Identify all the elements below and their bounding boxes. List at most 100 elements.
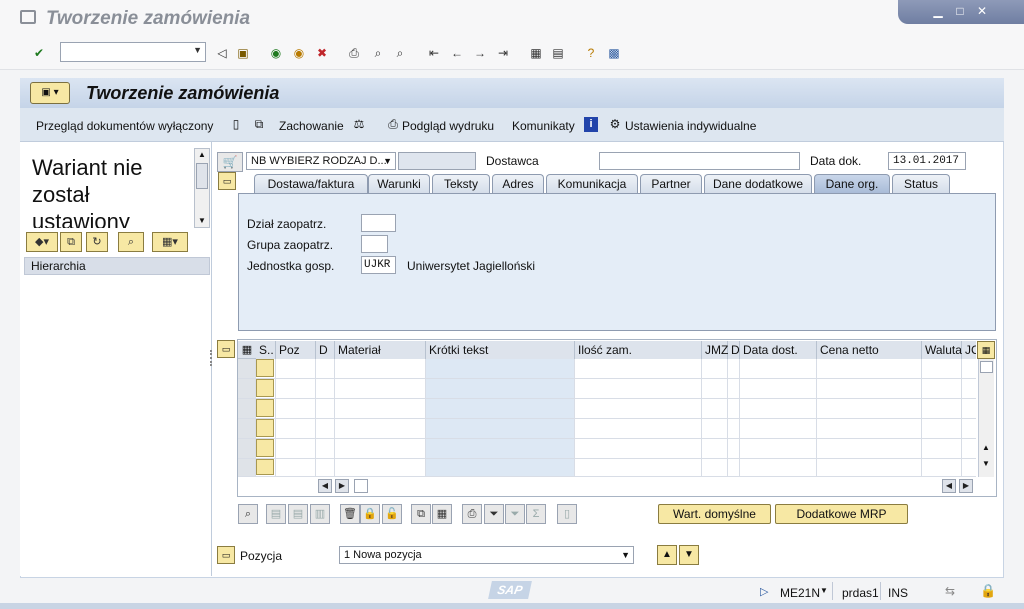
window-menu-icon[interactable] <box>20 10 36 24</box>
col-date-type[interactable]: D <box>728 341 740 359</box>
hold-button[interactable]: Zachowanie <box>279 119 344 133</box>
col-quantity[interactable]: Ilość zam. <box>575 341 702 359</box>
supplier-field[interactable] <box>599 152 800 170</box>
tab-communication[interactable]: Komunikacja <box>546 174 638 193</box>
next-page-icon[interactable]: → <box>472 45 488 61</box>
document-number-field[interactable] <box>398 152 476 170</box>
cart-icon[interactable]: 🛒 <box>217 152 243 172</box>
check-document-icon[interactable]: ⚖ <box>352 117 366 132</box>
filter-icon[interactable]: ⏷ <box>484 504 504 524</box>
default-values-button[interactable]: Wart. domyślne <box>658 504 771 524</box>
status-cell-icon[interactable] <box>256 419 274 437</box>
col-unit[interactable]: JMZ <box>702 341 728 359</box>
check-icon[interactable]: ✔ <box>31 45 47 61</box>
shortcut-icon[interactable]: ▤ <box>550 45 566 61</box>
select-layout-icon[interactable]: ◆▾ <box>26 232 58 252</box>
item-select[interactable]: 1 Nowa pozycja ▼ <box>339 546 634 564</box>
col-net-price[interactable]: Cena netto <box>817 341 922 359</box>
pane-splitter[interactable] <box>210 350 212 366</box>
table-row[interactable] <box>238 379 976 399</box>
tab-address[interactable]: Adres <box>492 174 544 193</box>
scroll-down-icon[interactable]: ▼ <box>979 459 993 471</box>
info-icon[interactable]: i <box>584 117 598 132</box>
col-currency[interactable]: Waluta <box>922 341 962 359</box>
copy-icon[interactable]: ⧉ <box>60 232 82 252</box>
scroll-down-icon[interactable]: ▼ <box>195 215 209 227</box>
tab-delivery-invoice[interactable]: Dostawa/faktura <box>254 174 368 193</box>
scroll-left-end-icon[interactable]: ◀ <box>942 479 956 493</box>
collapse-all-icon[interactable]: ▤ <box>288 504 308 524</box>
col-deletion[interactable]: D <box>316 341 335 359</box>
scroll-thumb[interactable] <box>980 361 993 373</box>
col-status[interactable]: S.. <box>256 341 276 359</box>
table-row[interactable] <box>238 439 976 459</box>
cancel-icon[interactable]: ✖ <box>314 45 330 61</box>
status-cell-icon[interactable] <box>256 379 274 397</box>
scroll-right-end-icon[interactable]: ▶ <box>959 479 973 493</box>
tab-org-data[interactable]: Dane org. <box>814 174 890 193</box>
maximize-icon[interactable]: □ <box>952 4 968 18</box>
status-cell-icon[interactable] <box>256 439 274 457</box>
print-icon[interactable]: ⎙ <box>346 45 362 61</box>
undo-icon[interactable]: ◉ <box>268 45 284 61</box>
company-code-field[interactable]: UJKR <box>361 256 396 274</box>
other-document-icon[interactable]: ⧉ <box>252 117 266 132</box>
personal-settings-button[interactable]: Ustawienia indywidualne <box>625 119 756 133</box>
insert-row-icon[interactable]: ▦ <box>432 504 452 524</box>
exit-icon[interactable]: ◉ <box>291 45 307 61</box>
help-icon[interactable]: ? <box>583 45 599 61</box>
status-cell-icon[interactable] <box>256 459 274 475</box>
messages-button[interactable]: Komunikaty <box>512 119 575 133</box>
minimize-icon[interactable]: ▁ <box>930 4 946 18</box>
doc-date-field[interactable]: 13.01.2017 <box>888 152 966 170</box>
status-expand-icon[interactable]: ▷ <box>760 585 768 598</box>
find-icon[interactable]: ⌕ <box>370 45 386 61</box>
col-price-unit[interactable]: JC <box>962 341 976 359</box>
purch-org-field[interactable] <box>361 214 396 232</box>
table-row[interactable] <box>238 359 976 379</box>
collapse-item-detail-icon[interactable]: ▭ <box>217 546 235 564</box>
first-page-icon[interactable]: ⇤ <box>426 45 442 61</box>
close-icon[interactable]: ✕ <box>974 4 990 18</box>
next-item-icon[interactable]: ▼ <box>679 545 699 565</box>
table-row[interactable] <box>238 399 976 419</box>
col-material[interactable]: Materiał <box>335 341 426 359</box>
additional-mrp-button[interactable]: Dodatkowe MRP <box>775 504 908 524</box>
horizontal-scroll-thumb[interactable] <box>354 479 368 493</box>
find-overview-icon[interactable]: ⌕ <box>118 232 144 252</box>
variant-scrollbar[interactable]: ▲ ▼ <box>194 148 210 228</box>
print-preview-button[interactable]: Podgląd wydruku <box>402 119 494 133</box>
command-field[interactable]: ▼ <box>60 42 206 62</box>
lock-status-icon[interactable]: 🔒 <box>980 583 996 599</box>
scroll-up-icon[interactable]: ▲ <box>979 443 993 455</box>
tab-status[interactable]: Status <box>892 174 950 193</box>
status-cell-icon[interactable] <box>256 399 274 417</box>
lock-icon[interactable]: 🔒 <box>360 504 380 524</box>
scroll-right-icon[interactable]: ▶ <box>335 479 349 493</box>
new-document-icon[interactable]: ▯ <box>229 117 243 132</box>
col-short-text[interactable]: Krótki tekst <box>426 341 575 359</box>
scroll-left-icon[interactable]: ◀ <box>318 479 332 493</box>
delete-icon[interactable]: 🗑 <box>340 504 360 524</box>
chevron-down-icon[interactable]: ▼ <box>820 586 828 595</box>
purch-group-field[interactable] <box>361 235 388 253</box>
save-icon[interactable]: ▣ <box>235 45 251 61</box>
table-row[interactable] <box>238 459 976 477</box>
collapse-items-icon[interactable]: ▭ <box>217 340 235 358</box>
table-row[interactable] <box>238 419 976 439</box>
back-icon[interactable]: ◁ <box>214 45 230 61</box>
col-delivery-date[interactable]: Data dost. <box>740 341 817 359</box>
print-preview-icon[interactable]: ⎙ <box>386 117 400 132</box>
sum-icon[interactable]: Σ <box>526 504 546 524</box>
document-type-select[interactable]: NB WYBIERZ RODZAJ D... ▼ <box>246 152 396 170</box>
col-item[interactable]: Poz <box>276 341 316 359</box>
prev-page-icon[interactable]: ← <box>449 45 465 61</box>
table-settings-icon[interactable]: ▦ <box>240 342 254 358</box>
grid-vertical-scrollbar[interactable]: ▲ ▼ <box>978 359 994 477</box>
chevron-down-icon[interactable]: ▼ <box>193 45 202 55</box>
chevron-down-icon[interactable]: ▼ <box>621 547 630 563</box>
scroll-thumb[interactable] <box>196 163 208 189</box>
settings-menu-icon[interactable]: ▦▾ <box>152 232 188 252</box>
collapse-header-icon[interactable]: ▭ <box>218 172 236 190</box>
tab-texts[interactable]: Teksty <box>432 174 490 193</box>
